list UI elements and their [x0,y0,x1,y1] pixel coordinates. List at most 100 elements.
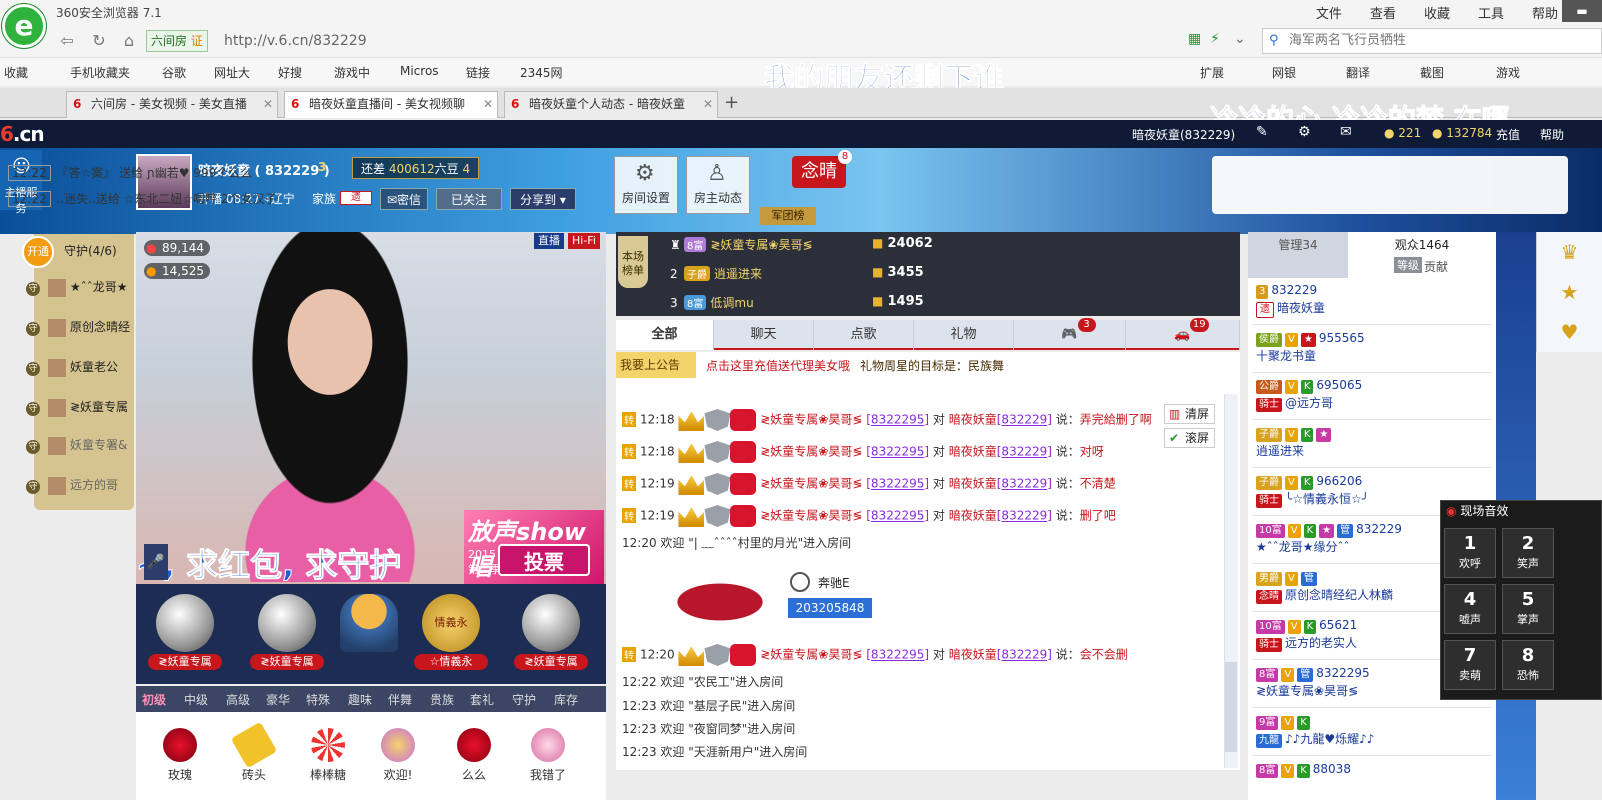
guard-item[interactable]: 守妖童老公 [26,358,118,377]
bookmark-haosou[interactable]: 好搜 [278,64,302,81]
owner-feed-button[interactable]: ♙ 房主动态 [686,156,750,214]
recharge-link[interactable]: 充值 [1496,126,1520,143]
gift-rose[interactable]: 玫瑰 [148,728,212,783]
guard-item[interactable]: 守原创念晴经 [26,318,130,337]
gift-tab-special[interactable]: 特殊 [306,691,330,708]
sfx-cheer-button[interactable]: 1 欢呼 [1444,528,1496,578]
share-button[interactable]: 分享到 ▾ [510,188,576,210]
ranking-row[interactable]: ♜ 8富 ≷妖童专属❀昊哥≶ [670,236,813,253]
gift-tab-inventory[interactable]: 库存 [554,691,578,708]
notice-link[interactable]: 点击这里充值送代理美女哦 [706,357,850,374]
tool-bank[interactable]: 网银 [1272,64,1296,81]
tab-games[interactable]: 🎮 3 [1014,318,1126,350]
gift-sorry[interactable]: 我错了 [516,728,580,783]
audience-item[interactable]: 公爵 V K 695065 骑士 @远方哥 [1256,378,1362,412]
sort-by-contribution[interactable]: 贡献 [1424,258,1448,275]
close-icon[interactable]: ✕ [263,92,273,117]
heart-icon[interactable]: ♥ [1537,312,1602,352]
home-icon[interactable]: ⌂ [116,28,142,54]
bookmark-links[interactable]: 链接 [466,64,490,81]
gift-tab-luxury[interactable]: 豪华 [266,691,290,708]
guard-plate[interactable] [332,594,406,674]
menu-tools[interactable]: 工具 [1478,3,1504,22]
bookmark-google[interactable]: 谷歌 [162,64,186,81]
room-settings-button[interactable]: ⚙ 房间设置 [614,156,678,214]
menu-favorites[interactable]: 收藏 [1424,3,1450,22]
vote-button[interactable]: 投票 [498,544,590,576]
menu-view[interactable]: 查看 [1370,3,1396,22]
audience-item[interactable]: 8富 V 管 8322295 ≷妖童专属❀昊哥≶ [1256,666,1370,699]
guard-plate[interactable]: ≷妖童专属 [250,594,324,674]
gift-tab-fun[interactable]: 趣味 [348,691,372,708]
site-identity-label[interactable]: 六间房 证 [146,30,208,52]
bookmark-favorites[interactable]: 收藏 [4,64,28,81]
audience-item[interactable]: 男爵 V 管念晴 原创念晴经纪人林麟 [1256,570,1393,604]
gift-tab-mid[interactable]: 中级 [184,691,208,708]
guard-plate[interactable]: ≷妖童专属 [148,594,222,674]
sfx-laugh-button[interactable]: 2 笑声 [1502,528,1554,578]
menu-file[interactable]: 文件 [1316,3,1342,22]
sfx-applause-button[interactable]: 5 掌声 [1502,584,1554,634]
gift-tab-basic[interactable]: 初级 [142,691,166,708]
gift-tab-noble[interactable]: 贵族 [430,691,454,708]
sender-name[interactable]: ≷妖童专属❀昊哥≶ [760,509,862,523]
audience-item[interactable]: 10富 V K ★ 管 832229 ★ˆˆ龙哥★缘分ˆˆ [1256,522,1402,555]
guard-plate[interactable]: 情義永 ☆情義永 [414,594,488,674]
gift-welcome[interactable]: 欢迎! [366,728,430,783]
follow-button[interactable]: 已关注 [436,188,502,210]
sfx-horror-button[interactable]: 8 恐怖 [1502,640,1554,690]
audience-item[interactable]: 子爵 V K ★ 逍遥进来 [1256,426,1334,459]
tool-extensions[interactable]: 扩展 [1200,64,1224,81]
speed-icon[interactable]: ⚡ [1210,31,1220,47]
tab-6room-home[interactable]: 6 六间房 - 美女视频 - 美女直播 ✕ [66,91,278,118]
audience-item[interactable]: 侯爵 V ★ 955565 十聚龙书童 [1256,331,1365,364]
mail-icon[interactable]: ✉ [1340,124,1352,140]
gear-icon[interactable]: ⚙ [1298,124,1311,140]
window-controls[interactable]: ▬ [1562,0,1602,22]
chat-scroll-thumb[interactable] [1225,662,1237,752]
close-icon[interactable]: ✕ [703,92,713,117]
audience-item[interactable]: 8富 V K 88038 [1256,762,1351,778]
gift-tab-high[interactable]: 高级 [226,691,250,708]
search-input[interactable]: ⚲ 海军两名飞行员牺牲 [1262,28,1602,54]
audience-item[interactable]: 3 832229 遗暗夜妖童 [1256,283,1325,318]
legion-rank-button[interactable]: 军团榜 [760,207,816,225]
url-input[interactable]: http://v.6.cn/832229 [218,30,1218,52]
tab-feed[interactable]: 6 暗夜妖童个人动态 - 暗夜妖童 ✕ [504,91,718,118]
back-button-icon[interactable]: ⇦ [54,28,80,54]
audience-item[interactable]: 子爵 V K 966206 骑士 ╰☆情義永恒☆╯ [1256,474,1369,508]
guard-item[interactable]: 守远方的哥 [26,476,118,495]
ranking-row[interactable]: 3 8富 低调mu [670,294,754,311]
audience-item[interactable]: 9富 V K 九龍 ♪♪九龍♥烁耀♪♪ [1256,714,1374,748]
crown-icon[interactable]: ♛ [1537,232,1602,272]
tab-admins[interactable]: 管理34 [1248,232,1348,278]
sfx-cute-button[interactable]: 7 卖萌 [1444,640,1496,690]
gift-tab-guard[interactable]: 守护 [512,691,536,708]
open-guard-button[interactable]: 开通 [22,236,54,268]
tab-chat[interactable]: 聊天 [714,320,814,350]
audience-item[interactable]: 10富 V K 65621 骑士 远方的老实人 [1256,618,1357,652]
bookmark-micros[interactable]: Micros [400,64,439,78]
guard-item[interactable]: 守 ★ˆˆ龙哥★ [26,278,128,297]
star-icon[interactable]: ★ [1537,272,1602,312]
current-user[interactable]: 暗夜妖童(832229) [1132,126,1235,143]
gift-lollipop[interactable]: 棒棒糖 [296,728,360,783]
sender-name[interactable]: ≷妖童专属❀昊哥≶ [760,413,862,427]
refresh-icon[interactable]: ↻ [86,28,112,54]
gift-kiss[interactable]: 么么 [442,728,506,783]
sender-name[interactable]: ≷妖童专属❀昊哥≶ [760,477,862,491]
tab-song[interactable]: 点歌 [814,320,914,350]
tab-audience[interactable]: 观众1464 [1348,232,1496,278]
tab-gift[interactable]: 礼物 [914,320,1014,350]
gift-tab-dance[interactable]: 伴舞 [388,691,412,708]
tool-translate[interactable]: 翻译 [1346,64,1370,81]
tab-cars[interactable]: 🚗 19 [1126,318,1240,350]
tool-games[interactable]: 游戏 [1496,64,1520,81]
tab-all[interactable]: 全部 [616,320,714,350]
gift-tab-set[interactable]: 套礼 [470,691,494,708]
guard-item[interactable]: 守 ≷妖童专属 [26,398,128,417]
gift-brick[interactable]: 砖头 [222,721,286,783]
bookmark-site-nav[interactable]: 网址大 [214,64,250,81]
bookmark-2345[interactable]: 2345网 [520,64,563,81]
edit-icon[interactable]: ✎ [1256,124,1268,140]
